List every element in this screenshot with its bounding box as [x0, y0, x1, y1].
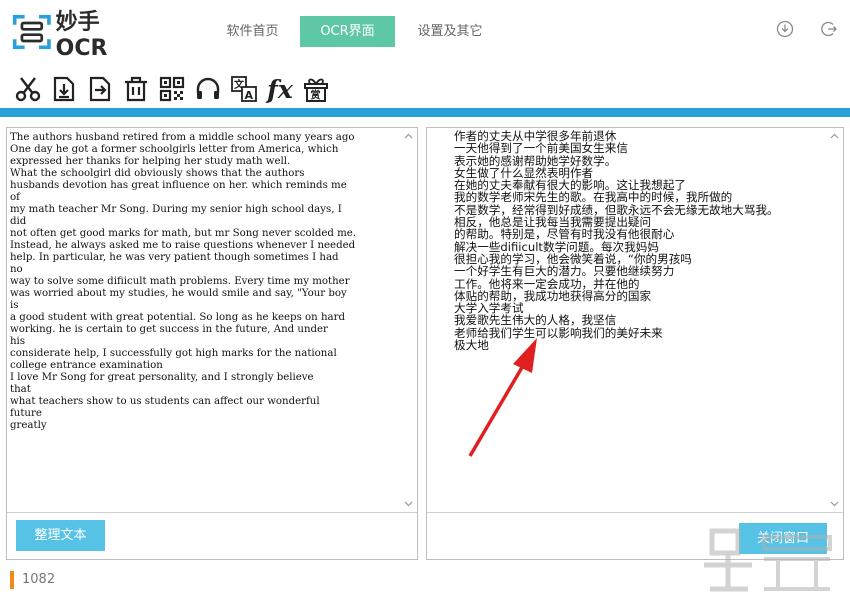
svg-text:A: A: [245, 89, 254, 102]
qrcode-button[interactable]: [154, 71, 190, 107]
source-text-content: The authors husband retired from a middl…: [10, 132, 357, 431]
headset-icon: [196, 77, 220, 99]
scroll-up-icon[interactable]: [830, 133, 839, 139]
tab-settings[interactable]: 设置及其它: [395, 16, 505, 47]
formula-button[interactable]: fx: [262, 71, 298, 107]
character-count: 1082: [22, 572, 56, 587]
download-icon[interactable]: [776, 20, 794, 38]
screenshot-button[interactable]: [10, 71, 46, 107]
speech-button[interactable]: [190, 71, 226, 107]
source-scrollbar[interactable]: [401, 129, 416, 511]
translated-text-pane: 作者的丈夫从中学很多年前退休 一天他得到了一个前美国女生来信 表示她的感谢帮助她…: [426, 127, 844, 560]
pane-divider: [7, 512, 417, 513]
import-icon: [53, 76, 75, 102]
main-nav: 软件首页 OCR界面 设置及其它: [205, 16, 505, 47]
translate-button[interactable]: 文 A: [226, 71, 262, 107]
scroll-down-icon[interactable]: [404, 501, 413, 507]
delete-button[interactable]: [118, 71, 154, 107]
status-indicator: [10, 571, 14, 589]
source-textarea[interactable]: The authors husband retired from a middl…: [8, 129, 401, 511]
trash-icon: [125, 76, 147, 102]
pane-divider: [427, 512, 843, 513]
organize-text-button[interactable]: 整理文本: [16, 520, 105, 551]
toolbar-separator-bar: [0, 108, 850, 117]
tab-home[interactable]: 软件首页: [205, 16, 300, 47]
translated-scrollbar[interactable]: [827, 129, 842, 511]
svg-text:赏: 赏: [311, 89, 321, 102]
import-button[interactable]: [46, 71, 82, 107]
logo: 妙手OCR: [12, 10, 142, 61]
header: 妙手OCR 软件首页 OCR界面 设置及其它: [0, 0, 850, 64]
export-icon: [89, 76, 111, 102]
gift-reward-icon: 赏: [304, 78, 328, 102]
export-button[interactable]: [82, 71, 118, 107]
qrcode-icon: [159, 76, 185, 102]
tab-ocr[interactable]: OCR界面: [300, 16, 395, 47]
logo-text: 妙手OCR: [55, 9, 108, 61]
formula-icon: fx: [267, 74, 293, 104]
translate-icon: 文 A: [231, 76, 257, 102]
reward-button[interactable]: 赏: [298, 71, 334, 107]
scroll-down-icon[interactable]: [830, 501, 839, 507]
source-text-pane: The authors husband retired from a middl…: [6, 127, 418, 560]
scroll-up-icon[interactable]: [404, 133, 413, 139]
translated-text-content: 作者的丈夫从中学很多年前退休 一天他得到了一个前美国女生来信 表示她的感谢帮助她…: [454, 129, 779, 353]
toolbar: 文 A fx 赏: [0, 70, 850, 108]
translated-textarea[interactable]: 作者的丈夫从中学很多年前退休 一天他得到了一个前美国女生来信 表示她的感谢帮助她…: [428, 129, 827, 511]
ocr-logo-icon: [12, 14, 51, 50]
watermark-logo: [704, 528, 832, 592]
exit-icon[interactable]: [820, 20, 838, 38]
app-window: 妙手OCR 软件首页 OCR界面 设置及其它 文 A fx 赏 The auth…: [0, 0, 850, 600]
scissors-icon: [15, 77, 41, 102]
